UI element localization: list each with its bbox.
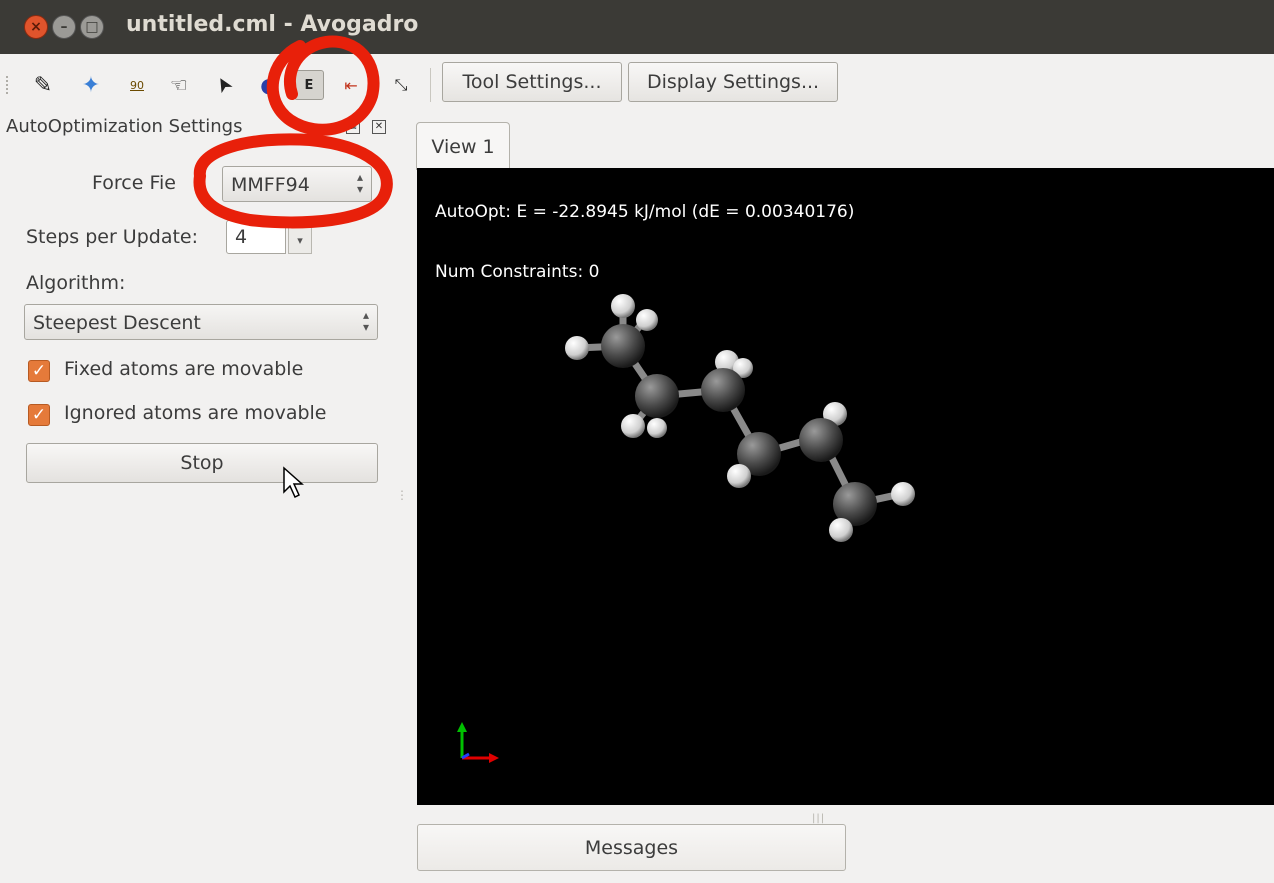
axes-indicator-icon <box>457 722 499 763</box>
ignored-atoms-label: Ignored atoms are movable <box>64 402 327 424</box>
messages-button[interactable]: Messages <box>417 824 846 871</box>
bond-centric-tool-button[interactable]: 90 <box>122 70 152 100</box>
navigate-tool-button[interactable]: ✦ <box>76 70 106 100</box>
symmetry-tool-button[interactable]: ⤡ <box>386 70 416 100</box>
select-rotate-tool-icon: ➤ <box>208 71 238 99</box>
molecule-3d-view[interactable]: AutoOpt: E = -22.8945 kJ/mol (dE = 0.003… <box>417 168 1274 805</box>
window-close-button[interactable]: × <box>24 15 48 39</box>
steps-per-update-field[interactable]: 4 <box>226 220 286 254</box>
steps-decrement-button[interactable]: ▾ <box>288 226 312 254</box>
toolbar-grip[interactable] <box>6 76 10 94</box>
algorithm-label: Algorithm: <box>26 272 126 294</box>
display-settings-button[interactable]: Display Settings... <box>628 62 838 102</box>
view-tabbar: View 1 <box>416 120 1274 170</box>
algorithm-value: Steepest Descent <box>33 312 201 334</box>
fixed-atoms-checkbox[interactable]: ✓ <box>28 360 50 382</box>
measure-tool-icon: ⇤ <box>344 75 358 95</box>
main-toolbar: ✎ ✦ 90 ☜ ➤ ◐ E ⇤ ⤡ Tool Settings... Disp… <box>0 54 1274 114</box>
steps-per-update-spinbox[interactable]: 4 ▾ <box>226 220 314 254</box>
messages-splitter[interactable]: ||| <box>812 813 825 824</box>
measure-tool-button[interactable]: ⇤ <box>336 70 366 100</box>
spinner-arrows-icon: ▴ ▾ <box>362 308 369 334</box>
align-tool-icon: ◐ <box>260 73 278 97</box>
dock-float-button[interactable]: ⧉ <box>346 120 360 134</box>
fixed-atoms-label: Fixed atoms are movable <box>64 358 304 380</box>
dock-title: AutoOptimization Settings <box>6 116 243 137</box>
bond-centric-manipulate-icon: 90 <box>130 78 144 92</box>
tab-view-1[interactable]: View 1 <box>416 122 510 170</box>
toolbar-separator <box>430 68 431 102</box>
manipulate-tool-icon: ☜ <box>170 73 188 97</box>
force-field-label: Force Fie <box>92 172 176 194</box>
ignored-atoms-checkbox[interactable]: ✓ <box>28 404 50 426</box>
navigate-tool-icon: ✦ <box>81 72 101 98</box>
select-rotate-tool-button[interactable]: ➤ <box>208 70 238 100</box>
dock-splitter[interactable]: ⋮ <box>396 488 408 502</box>
maximize-icon: □ <box>85 19 99 35</box>
window-maximize-button[interactable]: □ <box>80 15 104 39</box>
tool-settings-button[interactable]: Tool Settings... <box>442 62 622 102</box>
steps-per-update-label: Steps per Update: <box>26 226 199 248</box>
force-field-select[interactable]: MMFF94 ▴ ▾ <box>222 166 372 202</box>
auto-optimization-tool-button[interactable]: E <box>294 70 324 100</box>
window-title: untitled.cml - Avogadro <box>126 12 419 37</box>
manipulate-tool-button[interactable]: ☜ <box>164 70 194 100</box>
auto-optimization-tool-icon: E <box>304 77 314 93</box>
symmetry-tool-icon: ⤡ <box>394 75 408 94</box>
minimize-icon: – <box>60 19 68 35</box>
close-icon: × <box>30 19 42 35</box>
draw-tool-icon: ✎ <box>33 72 53 98</box>
window-minimize-button[interactable]: – <box>52 15 76 39</box>
mouse-cursor-icon <box>283 466 304 499</box>
dock-close-button[interactable]: ✕ <box>372 120 386 134</box>
spinner-arrows-icon: ▴ ▾ <box>356 170 363 196</box>
steps-per-update-value: 4 <box>235 226 248 248</box>
align-tool-button[interactable]: ◐ <box>254 70 284 100</box>
stop-button[interactable]: Stop <box>26 443 378 483</box>
window-titlebar: × – □ untitled.cml - Avogadro <box>0 0 1274 54</box>
algorithm-select[interactable]: Steepest Descent ▴ ▾ <box>24 304 378 340</box>
molecule-render <box>457 294 915 763</box>
force-field-value: MMFF94 <box>231 174 310 196</box>
draw-tool-button[interactable]: ✎ <box>28 70 58 100</box>
